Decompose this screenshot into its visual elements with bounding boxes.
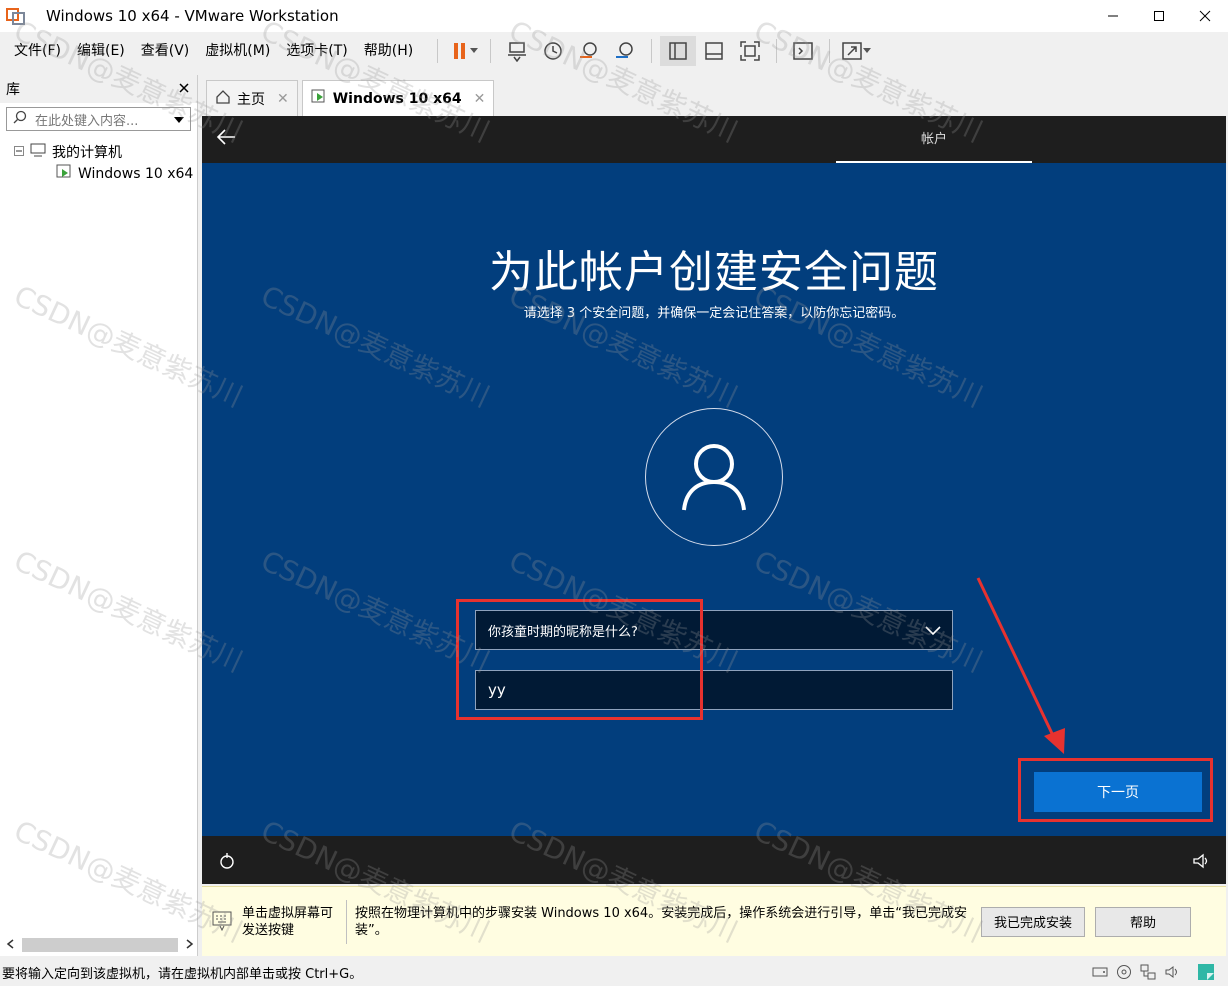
keyboard-icon [212,909,232,935]
tree-item-label: 我的计算机 [52,145,122,161]
console-view-icon[interactable] [785,36,821,66]
library-panel: 库 在此处键入内容... 我的计算机 Windows 10 x64 [0,75,198,956]
vmware-app-icon [6,6,26,26]
tree-item-vm[interactable]: Windows 10 x64 [0,163,197,185]
menu-vm[interactable]: 虚拟机(M) [197,32,278,70]
message-log-icon[interactable] [1194,962,1218,982]
vm-tab-icon [311,89,327,109]
library-search-input[interactable]: 在此处键入内容... [6,107,191,131]
close-button[interactable] [1182,0,1228,32]
hint-help-button[interactable]: 帮助 [1095,906,1191,937]
title-bar: Windows 10 x64 - VMware Workstation [0,0,1228,32]
toolbar-divider [776,39,778,63]
accessibility-icon[interactable] [218,852,236,874]
full-screen-icon[interactable] [732,36,768,66]
maximize-button[interactable] [1136,0,1182,32]
revert-snapshot-icon[interactable] [571,36,607,66]
stretch-guest-icon[interactable] [838,36,874,66]
hint-install-instructions: 按照在物理计算机中的步骤安装 Windows 10 x64。安装完成后，操作系统… [355,905,967,938]
scrollbar-thumb[interactable] [22,938,178,952]
hint-divider [346,899,347,944]
next-button[interactable]: 下一页 [1034,772,1202,812]
vm-running-icon [56,164,74,184]
tab-strip: 主页 ✕ Windows 10 x64 ✕ [202,75,1228,116]
menu-view[interactable]: 查看(V) [133,32,198,70]
scroll-left-icon[interactable] [6,937,14,953]
search-placeholder: 在此处键入内容... [35,113,139,129]
tab-label: 主页 [237,91,265,108]
finished-installing-button[interactable]: 我已完成安装 [981,906,1085,937]
tab-close-icon[interactable]: ✕ [277,91,289,107]
sound-card-icon[interactable] [1160,962,1184,982]
cd-dvd-icon[interactable] [1112,962,1136,982]
thumbnail-bar-icon[interactable] [696,36,732,66]
toolbar-divider [437,39,439,63]
snapshot-icon[interactable] [535,36,571,66]
toolbar-divider [490,39,492,63]
menu-help[interactable]: 帮助(H) [356,32,421,70]
volume-icon[interactable] [1192,852,1210,874]
network-adapter-icon[interactable] [1136,962,1160,982]
tree-item-my-computer[interactable]: 我的计算机 [0,141,197,163]
library-header: 库 [0,75,197,103]
hard-disk-icon[interactable] [1088,962,1112,982]
status-text: 要将输入定向到该虚拟机，请在虚拟机内部单击或按 Ctrl+G。 [2,966,363,982]
library-horizontal-scrollbar[interactable] [6,936,194,954]
toolbar-divider [651,39,653,63]
tab-home[interactable]: 主页 ✕ [206,80,298,116]
pause-icon[interactable] [446,36,482,66]
show-library-icon[interactable] [660,36,697,66]
snapshot-manager-icon[interactable] [607,36,643,66]
home-icon [215,89,231,109]
library-tree: 我的计算机 Windows 10 x64 [0,141,197,185]
install-hint-bar: 单击虚拟屏幕可发送按键 按照在物理计算机中的步骤安装 Windows 10 x6… [202,886,1226,956]
status-bar: 要将输入定向到该虚拟机，请在虚拟机内部单击或按 Ctrl+G。 [0,958,1228,986]
oobe-bottom-bar [202,836,1226,884]
tab-label: Windows 10 x64 [332,90,462,107]
collapse-icon[interactable] [14,144,24,160]
window-title: Windows 10 x64 - VMware Workstation [46,7,339,25]
library-title: 库 [6,82,20,98]
computer-icon [30,143,46,161]
send-ctrl-alt-del-icon[interactable] [499,36,535,66]
library-close-icon[interactable] [179,81,189,97]
search-dropdown-icon[interactable] [174,111,184,127]
search-icon [13,110,27,128]
tab-vm[interactable]: Windows 10 x64 ✕ [301,80,495,116]
minimize-button[interactable] [1090,0,1136,32]
vm-screen[interactable]: 帐户 为此帐户创建安全问题 请选择 3 个安全问题，并确保一定会记住答案，以防你… [202,116,1226,884]
toolbar [429,36,874,66]
menu-file[interactable]: 文件(F) [6,32,69,70]
hint-click-screen: 单击虚拟屏幕可发送按键 [242,905,334,938]
tab-close-icon[interactable]: ✕ [474,91,486,107]
menu-tabs[interactable]: 选项卡(T) [278,32,355,70]
toolbar-divider [829,39,831,63]
scroll-right-icon[interactable] [186,937,194,953]
menu-bar: 文件(F) 编辑(E) 查看(V) 虚拟机(M) 选项卡(T) 帮助(H) [0,32,1228,70]
menu-edit[interactable]: 编辑(E) [69,32,133,70]
tree-item-label: Windows 10 x64 [78,166,194,182]
